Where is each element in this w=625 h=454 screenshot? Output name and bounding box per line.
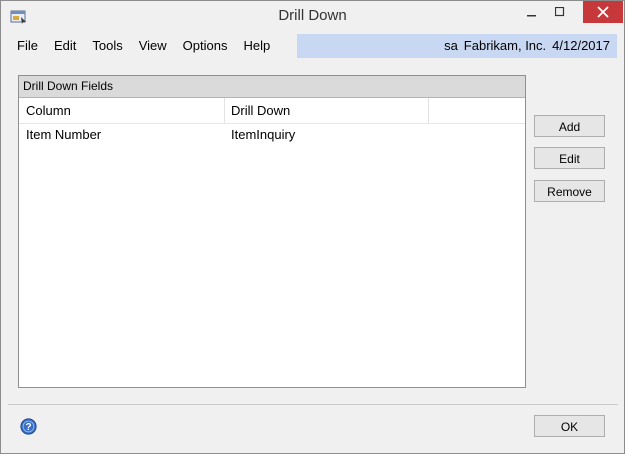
svg-text:?: ? bbox=[25, 422, 31, 433]
table-row[interactable]: Item Number ItemInquiry bbox=[19, 124, 525, 146]
column-separator bbox=[428, 98, 429, 123]
minimize-button[interactable] bbox=[518, 1, 546, 23]
menu-tools[interactable]: Tools bbox=[84, 34, 130, 58]
menu-items: File Edit Tools View Options Help bbox=[8, 34, 297, 58]
cell-column: Item Number bbox=[26, 127, 102, 142]
minimize-icon bbox=[527, 15, 536, 17]
company-name: Fabrikam, Inc. bbox=[463, 38, 547, 53]
close-icon bbox=[597, 6, 609, 18]
menu-file[interactable]: File bbox=[8, 34, 46, 58]
menu-options[interactable]: Options bbox=[175, 34, 236, 58]
user-id: sa bbox=[444, 38, 458, 53]
menu-edit[interactable]: Edit bbox=[46, 34, 84, 58]
grid-header: Column Drill Down bbox=[19, 98, 525, 124]
user-date: 4/12/2017 bbox=[552, 38, 610, 53]
drill-down-fields-group: Drill Down Fields Column Drill Down Item… bbox=[18, 75, 526, 388]
title-bar: Drill Down bbox=[1, 1, 624, 33]
menu-view[interactable]: View bbox=[131, 34, 175, 58]
maximize-button[interactable] bbox=[546, 1, 574, 23]
menu-bar: File Edit Tools View Options Help sa Fabr… bbox=[8, 34, 617, 58]
cell-drill-down: ItemInquiry bbox=[231, 127, 296, 142]
remove-button[interactable]: Remove bbox=[534, 180, 605, 202]
ok-button[interactable]: OK bbox=[534, 415, 605, 437]
footer-divider bbox=[8, 404, 618, 405]
menu-help[interactable]: Help bbox=[235, 34, 278, 58]
drill-down-window: Drill Down File Edit Tools View Options … bbox=[0, 0, 625, 454]
maximize-icon bbox=[555, 7, 565, 17]
column-header-column[interactable]: Column bbox=[19, 98, 71, 123]
add-button[interactable]: Add bbox=[534, 115, 605, 137]
edit-button[interactable]: Edit bbox=[534, 147, 605, 169]
close-button[interactable] bbox=[583, 1, 623, 23]
column-header-drill-down[interactable]: Drill Down bbox=[224, 98, 290, 123]
group-title: Drill Down Fields bbox=[19, 76, 525, 98]
status-info: sa Fabrikam, Inc. 4/12/2017 bbox=[438, 34, 610, 58]
help-icon[interactable]: ? bbox=[20, 418, 37, 435]
